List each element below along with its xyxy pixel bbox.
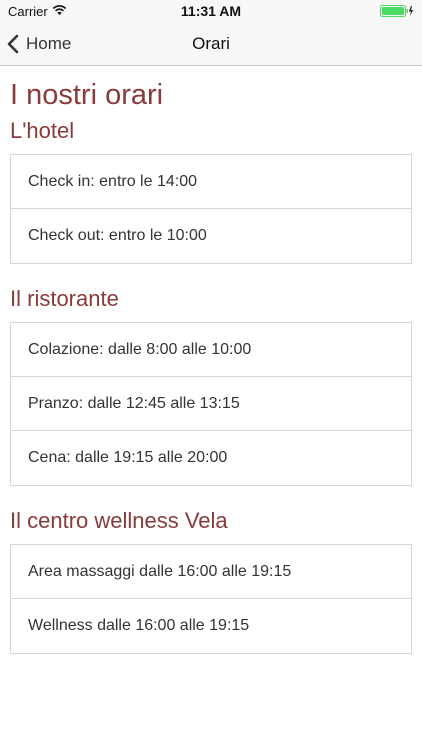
- section-wellness: Il centro wellness Vela Area massaggi da…: [10, 508, 412, 654]
- section-title-restaurant: Il ristorante: [10, 286, 119, 311]
- page-title: I nostri orari: [10, 79, 164, 111]
- status-time: 11:31 AM: [180, 3, 242, 19]
- list-item-check-out: Check out: entro le 10:00: [28, 227, 207, 244]
- content: I nostri orari L'hotel Check in: entro l…: [10, 66, 412, 654]
- list-item-check-in: Check in: entro le 14:00: [11, 155, 411, 209]
- list-item-lunch: Pranzo: dalle 12:45 alle 13:15: [11, 377, 411, 431]
- section-hotel: L'hotel Check in: entro le 14:00 Check o…: [10, 118, 412, 264]
- battery-icon: [380, 5, 413, 17]
- list-item-wellness: Wellness dalle 16:00 alle 19:15: [28, 617, 250, 634]
- wellness-hours-list: Area massaggi dalle 16:00 alle 19:15 Wel…: [10, 544, 412, 654]
- restaurant-hours-list: Colazione: dalle 8:00 alle 10:00 Pranzo:…: [10, 322, 412, 486]
- navigation-bar: Home Orari: [0, 22, 422, 66]
- list-item-massage: Area massaggi dalle 16:00 alle 19:15: [11, 545, 411, 599]
- section-title-wellness: Il centro wellness Vela: [10, 508, 228, 533]
- hotel-hours-list: Check in: entro le 14:00 Check out: entr…: [10, 154, 412, 264]
- status-bar: Carrier 11:31 AM: [0, 0, 422, 22]
- nav-title: Orari: [192, 34, 230, 53]
- section-restaurant: Il ristorante Colazione: dalle 8:00 alle…: [10, 286, 412, 486]
- list-item-breakfast: Colazione: dalle 8:00 alle 10:00: [11, 323, 411, 377]
- section-title-hotel: L'hotel: [10, 118, 75, 143]
- list-item-dinner: Cena: dalle 19:15 alle 20:00: [28, 449, 228, 466]
